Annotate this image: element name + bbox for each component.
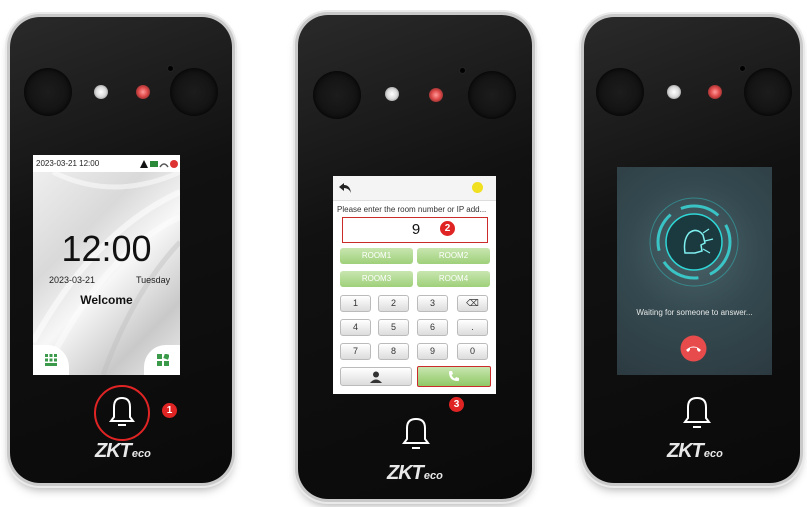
welcome-label: Welcome [80, 293, 133, 307]
step-badge-3: 3 [449, 397, 464, 412]
bell-icon [402, 417, 430, 444]
doorbell-button[interactable] [92, 383, 152, 443]
sensor-left [596, 68, 644, 116]
call-animation-graphic [649, 197, 739, 287]
call-button[interactable] [417, 366, 491, 387]
network-icon [150, 161, 158, 167]
backspace-key[interactable]: ⌫ [457, 295, 488, 312]
key-3[interactable]: 3 [417, 295, 448, 312]
back-arrow-icon[interactable] [338, 182, 352, 194]
phone-icon [449, 371, 459, 381]
record-icon [170, 160, 178, 168]
bell-icon [109, 396, 135, 422]
doorbell-button[interactable] [677, 392, 717, 432]
brand-logo: ZKTeco [667, 440, 723, 462]
status-icons [140, 160, 178, 168]
room3-button[interactable]: ROOM3 [340, 271, 413, 287]
date-label: 2023-03-21 [49, 275, 96, 285]
dial-screen: Please enter the room number or IP add..… [333, 176, 496, 394]
wifi-icon [159, 163, 169, 168]
key-6[interactable]: 6 [417, 319, 448, 336]
camera-dot [460, 68, 465, 73]
red-led [708, 85, 722, 99]
red-led [429, 88, 443, 102]
status-datetime: 2023-03-21 12:00 [36, 159, 100, 168]
bell-icon [683, 396, 711, 423]
dial-prompt: Please enter the room number or IP add..… [337, 205, 487, 214]
weekday-label: Tuesday [136, 275, 171, 285]
status-bar: 2023-03-21 12:00 [33, 155, 180, 172]
dial-header [333, 176, 496, 201]
camera-dot [740, 66, 745, 71]
brand-logo: ZKTeco [95, 440, 151, 462]
step-badge-2: 2 [440, 221, 455, 236]
red-led [136, 85, 150, 99]
warning-icon [140, 160, 148, 168]
person-icon [370, 371, 382, 383]
room4-button[interactable]: ROOM4 [417, 271, 490, 287]
key-7[interactable]: 7 [340, 343, 371, 360]
keypad-icon [45, 354, 57, 366]
calling-screen: Waiting for someone to answer... [617, 167, 772, 375]
key-8[interactable]: 8 [378, 343, 409, 360]
room2-button[interactable]: ROOM2 [417, 248, 490, 264]
key-2[interactable]: 2 [378, 295, 409, 312]
doorbell-highlight-circle [94, 385, 150, 441]
camera-dot [168, 66, 173, 71]
contacts-button[interactable] [340, 367, 412, 386]
white-led [385, 87, 399, 101]
status-indicator-dot [472, 182, 483, 193]
key-0[interactable]: 0 [457, 343, 488, 360]
apps-icon [157, 354, 169, 366]
sensor-left [24, 68, 72, 116]
key-dot[interactable]: . [457, 319, 488, 336]
sensor-left [313, 71, 361, 119]
key-9[interactable]: 9 [417, 343, 448, 360]
key-1[interactable]: 1 [340, 295, 371, 312]
sensor-right [468, 71, 516, 119]
sensor-right [744, 68, 792, 116]
white-led [667, 85, 681, 99]
doorbell-button[interactable] [396, 413, 436, 453]
clock: 12:00 [61, 228, 152, 269]
room-number-input[interactable]: 9 [342, 217, 488, 243]
room-number-value: 9 [411, 221, 421, 238]
key-4[interactable]: 4 [340, 319, 371, 336]
waiting-text: Waiting for someone to answer... [636, 308, 753, 317]
key-5[interactable]: 5 [378, 319, 409, 336]
step-badge-1: 1 [162, 403, 177, 418]
white-led [94, 85, 108, 99]
idle-screen: 2023-03-21 12:00 12:00 2023-03-21 Tuesda… [33, 155, 180, 375]
brand-logo: ZKTeco [387, 462, 443, 484]
sensor-right [170, 68, 218, 116]
hangup-button[interactable] [680, 335, 707, 362]
wave-background [33, 172, 180, 375]
room1-button[interactable]: ROOM1 [340, 248, 413, 264]
